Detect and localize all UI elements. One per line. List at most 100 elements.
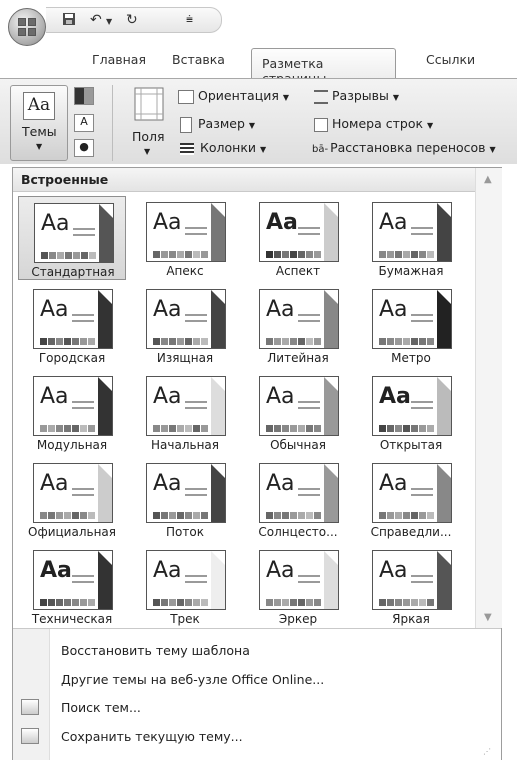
title-bar: ↶ ▼ ↻ ⩧ [0, 0, 517, 46]
theme-name: Модульная [36, 438, 108, 452]
theme-tile[interactable]: Aa Начальная [131, 370, 239, 454]
tab-references[interactable]: Ссылки [426, 52, 475, 67]
color-swatch [379, 425, 386, 432]
theme-tile[interactable]: Aa Трек [131, 544, 239, 628]
theme-fonts-icon[interactable]: A [74, 114, 94, 132]
theme-tile[interactable]: Aa Апекс [131, 196, 239, 280]
color-swatch [266, 251, 273, 258]
color-swatch [72, 338, 79, 345]
theme-tile[interactable]: Aa Открытая [357, 370, 465, 454]
theme-preview-line [185, 401, 207, 403]
breaks-button[interactable]: Разрывы ▼ [314, 88, 399, 104]
resize-grip-icon[interactable]: ⋰ [483, 747, 491, 756]
office-button[interactable] [8, 8, 46, 46]
save-icon[interactable] [62, 12, 76, 30]
chevron-down-icon: ▼ [144, 147, 151, 156]
theme-preview: Aa [33, 289, 113, 349]
office-logo-icon [18, 18, 36, 36]
color-swatch [193, 599, 200, 606]
color-swatch [57, 252, 64, 259]
theme-color-swatches [266, 417, 322, 435]
theme-preview-line [185, 227, 207, 229]
color-swatch [161, 599, 168, 606]
color-swatch [153, 512, 160, 519]
theme-tile[interactable]: Aa Аспект [244, 196, 352, 280]
customize-qat-icon[interactable]: ⩧ [186, 12, 193, 27]
theme-tile[interactable]: Aa Литейная [244, 283, 352, 367]
menu-save-current-theme[interactable]: Сохранить текущую тему... [61, 729, 243, 744]
theme-preview-line [73, 234, 95, 236]
theme-colors-icon[interactable] [74, 87, 94, 105]
theme-sample-text: Aa [379, 297, 408, 322]
color-swatch [201, 251, 208, 258]
theme-sample-text: Aa [40, 384, 69, 409]
page-fold-icon [437, 290, 451, 304]
themes-button[interactable]: Aa Темы ▼ [10, 85, 68, 161]
theme-preview-line [411, 320, 433, 322]
page-fold-icon [98, 464, 112, 478]
theme-tile[interactable]: Aa Техническая [18, 544, 126, 628]
color-swatch [395, 251, 402, 258]
theme-tile[interactable]: Aa Бумажная [357, 196, 465, 280]
theme-tile[interactable]: Aa Городская [18, 283, 126, 367]
color-swatch [80, 338, 87, 345]
size-button[interactable]: Размер ▼ [180, 116, 255, 133]
breaks-icon [314, 89, 328, 104]
size-icon [180, 116, 192, 133]
theme-preview: Aa [146, 463, 226, 523]
chevron-down-icon: ▼ [489, 145, 496, 154]
theme-tile[interactable]: Aa Официальная [18, 457, 126, 541]
color-swatch [379, 251, 386, 258]
page-fold-icon [98, 551, 112, 565]
undo-dropdown-icon[interactable]: ▼ [106, 17, 112, 26]
theme-preview-line [185, 314, 207, 316]
color-swatch [201, 512, 208, 519]
columns-button[interactable]: Колонки ▼ [180, 140, 266, 155]
tab-insert[interactable]: Вставка [172, 52, 225, 67]
redo-icon[interactable]: ↻ [126, 12, 138, 28]
page-fold-icon [211, 377, 225, 391]
page-fold-icon [437, 203, 451, 217]
color-swatch [411, 512, 418, 519]
color-swatch [314, 251, 321, 258]
theme-color-swatches [153, 417, 209, 435]
theme-effects-icon[interactable]: ● [74, 139, 94, 157]
gallery-scrollbar[interactable]: ▲ ▼ [475, 168, 502, 628]
color-swatch [40, 599, 47, 606]
theme-tile[interactable]: Aa Справедли... [357, 457, 465, 541]
theme-tile[interactable]: Aa Поток [131, 457, 239, 541]
hyphenation-button[interactable]: bā- Расстановка переносов ▼ [312, 140, 496, 155]
scroll-up-icon[interactable]: ▲ [484, 174, 492, 185]
color-swatch [306, 599, 313, 606]
theme-name: Метро [391, 351, 431, 365]
color-swatch [314, 599, 321, 606]
theme-color-swatches [379, 243, 435, 261]
theme-tile[interactable]: Aa Эркер [244, 544, 352, 628]
color-swatch [298, 512, 305, 519]
color-swatch [266, 338, 273, 345]
theme-preview-line [411, 227, 433, 229]
menu-search-themes[interactable]: Поиск тем... [61, 700, 141, 715]
theme-tile[interactable]: Aa Модульная [18, 370, 126, 454]
menu-more-online[interactable]: Другие темы на веб-узле Office Online... [61, 672, 324, 687]
theme-tile[interactable]: Aa Метро [357, 283, 465, 367]
theme-name: Эркер [278, 612, 318, 626]
scroll-down-icon[interactable]: ▼ [484, 612, 492, 623]
page-fold-icon [437, 464, 451, 478]
theme-tile[interactable]: Aa Изящная [131, 283, 239, 367]
line-numbers-button[interactable]: Номера строк ▼ [314, 116, 433, 132]
theme-preview: Aa [146, 289, 226, 349]
undo-icon[interactable]: ↶ [90, 12, 102, 28]
theme-tile[interactable]: Aa Стандартная [18, 196, 126, 280]
orientation-button[interactable]: Ориентация ▼ [178, 88, 289, 104]
color-swatch [161, 512, 168, 519]
margins-button[interactable]: Поля ▼ [124, 87, 172, 159]
theme-preview-line [72, 314, 94, 316]
theme-tile[interactable]: Aa Обычная [244, 370, 352, 454]
theme-tile[interactable]: Aa Яркая [357, 544, 465, 628]
tab-home[interactable]: Главная [92, 52, 146, 67]
theme-tile[interactable]: Aa Солнцесто... [244, 457, 352, 541]
color-swatch [290, 599, 297, 606]
menu-restore-theme[interactable]: Восстановить тему шаблона [61, 643, 250, 658]
tab-page-layout[interactable]: Разметка страницы [251, 48, 396, 86]
